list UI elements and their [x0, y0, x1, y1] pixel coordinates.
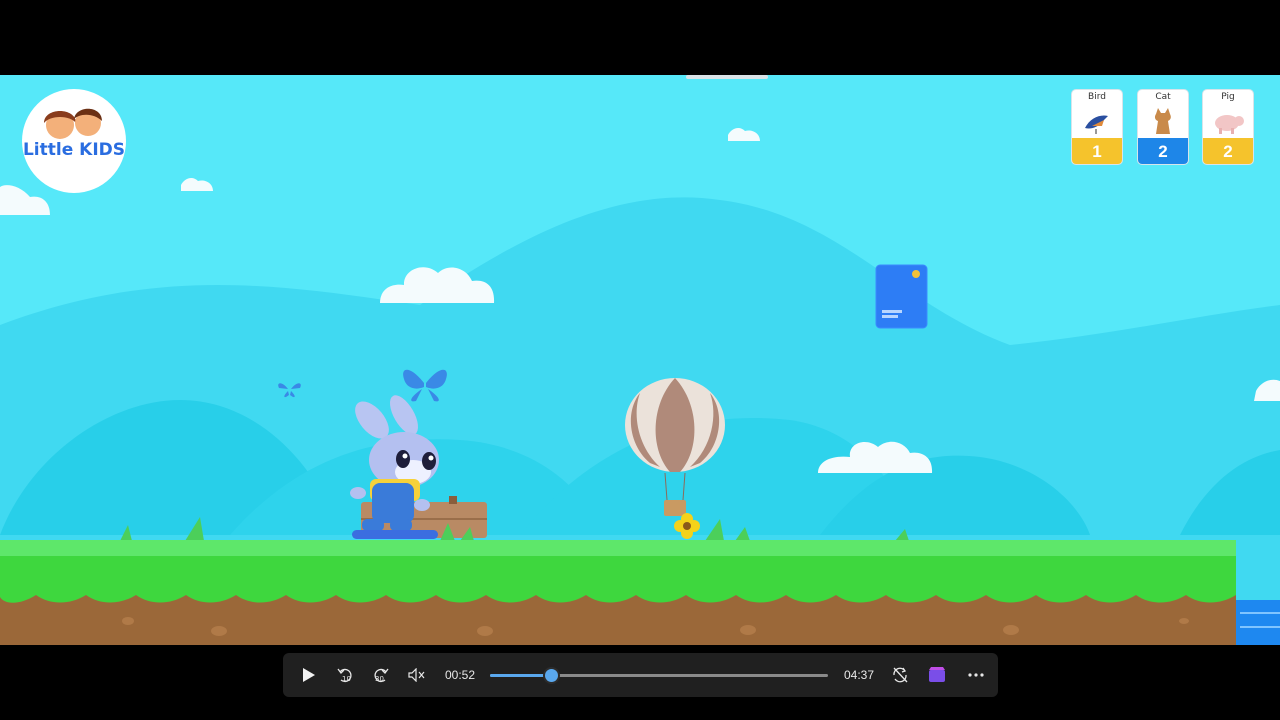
clipchamp-button[interactable] [919, 653, 955, 697]
forward-30-button[interactable]: 30 [363, 653, 399, 697]
player-controls: 10 30 00:52 04:37 [283, 653, 998, 697]
play-button[interactable] [291, 653, 327, 697]
rewind-10-icon: 10 [337, 668, 352, 683]
more-options-icon [968, 673, 984, 677]
cat-icon [1154, 108, 1171, 134]
duration-time: 04:37 [843, 668, 875, 682]
svg-text:30: 30 [375, 675, 384, 683]
card-pig: Pig 2 [1203, 90, 1253, 164]
card-count: 2 [1203, 138, 1253, 164]
card-bird: Bird 1 [1072, 90, 1122, 164]
video-frame[interactable]: Little KIDS Bird 1 Cat 2 Pig 2 [0, 75, 1280, 645]
seek-progress [490, 673, 551, 677]
card-cat: Cat 2 [1138, 90, 1188, 164]
forward-30-icon: 30 [374, 668, 389, 683]
loop-off-icon [893, 667, 908, 683]
card-name: Cat [1155, 92, 1171, 102]
logo-text: Little KIDS [22, 140, 126, 160]
card-name: Pig [1221, 92, 1235, 102]
bird-icon [1085, 115, 1108, 134]
more-options-button[interactable] [959, 653, 993, 697]
mute-icon [408, 668, 425, 682]
top-handle[interactable] [686, 75, 768, 79]
mute-button[interactable] [399, 653, 435, 697]
seek-track [490, 668, 828, 682]
card-count: 2 [1138, 138, 1188, 164]
rewind-10-button[interactable]: 10 [327, 653, 363, 697]
loop-button[interactable] [883, 653, 917, 697]
little-kids-logo: Little KIDS [22, 89, 126, 193]
current-time: 00:52 [444, 668, 476, 682]
clipchamp-icon [929, 667, 945, 682]
seek-bar[interactable] [490, 653, 828, 697]
seek-thumb[interactable] [544, 668, 558, 682]
svg-text:10: 10 [342, 675, 351, 683]
pig-icon [1215, 115, 1244, 134]
card-count: 1 [1072, 138, 1122, 164]
card-name: Bird [1088, 92, 1106, 102]
play-icon [303, 668, 315, 682]
